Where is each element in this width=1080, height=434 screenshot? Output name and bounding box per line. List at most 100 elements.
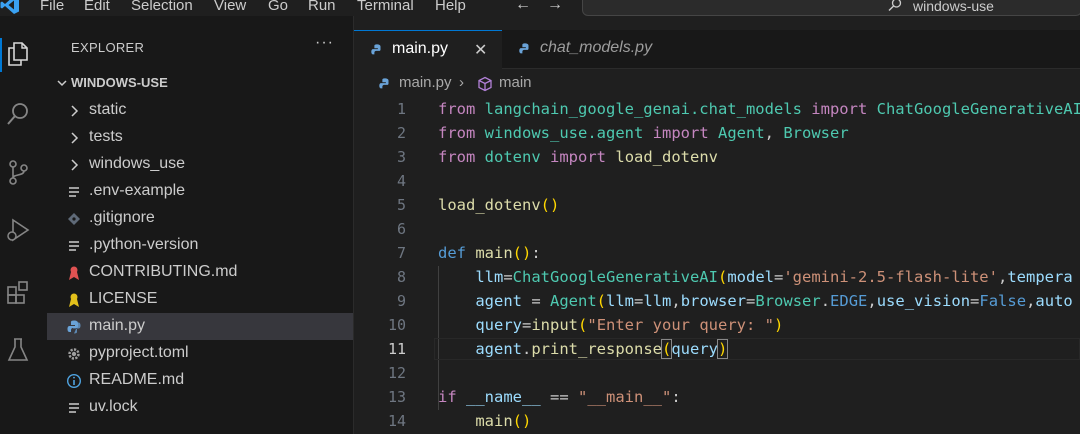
extensions-icon[interactable] bbox=[5, 278, 31, 306]
code-text: agent = Agent(llm=llm,browser=Browser.ED… bbox=[475, 292, 1073, 310]
run-debug-icon[interactable] bbox=[5, 216, 31, 244]
arrow-right-icon[interactable]: → bbox=[547, 0, 563, 14]
breadcrumb-symbol[interactable]: main bbox=[499, 74, 532, 91]
explorer-title: EXPLORER bbox=[71, 40, 145, 55]
code-line[interactable]: 12 bbox=[354, 362, 1080, 386]
python-icon bbox=[379, 78, 389, 89]
arrow-left-icon[interactable]: ← bbox=[515, 0, 531, 14]
search-icon[interactable] bbox=[5, 100, 31, 128]
source-control-icon[interactable] bbox=[5, 158, 31, 186]
command-center-search[interactable]: windows-use bbox=[582, 0, 1080, 16]
tab-label: chat_models.py bbox=[540, 39, 653, 56]
tree-file-main-py[interactable]: main.py bbox=[47, 313, 353, 340]
code-text: def main(): bbox=[438, 244, 541, 262]
chevron-down-icon bbox=[57, 80, 67, 87]
line-number: 11 bbox=[387, 340, 406, 358]
lines-file-icon bbox=[69, 403, 79, 413]
code-line[interactable]: 2 from windows_use.agent import Agent, B… bbox=[354, 122, 1080, 146]
menu-file[interactable]: File bbox=[40, 0, 64, 14]
tree-item-label: README.md bbox=[89, 371, 185, 388]
workspace-name: WINDOWS-USE bbox=[71, 75, 168, 90]
search-icon bbox=[888, 0, 902, 12]
tree-file-pyproject[interactable]: pyproject.toml bbox=[47, 340, 353, 367]
testing-flask-icon[interactable] bbox=[5, 336, 31, 364]
tree-file-readme[interactable]: README.md bbox=[47, 367, 353, 394]
line-number: 12 bbox=[387, 364, 406, 382]
code-line[interactable]: 1 from langchain_google_genai.chat_model… bbox=[354, 98, 1080, 122]
code-line[interactable]: 13 if __name__ == "__main__": bbox=[354, 386, 1080, 410]
code-text: main() bbox=[475, 412, 532, 430]
tree-item-label: windows_use bbox=[89, 155, 186, 172]
vscode-logo-icon bbox=[0, 0, 19, 14]
tab-chat-models-py[interactable]: chat_models.py bbox=[502, 30, 682, 68]
close-icon[interactable]: ✕ bbox=[474, 40, 487, 60]
code-line[interactable]: 4 bbox=[354, 170, 1080, 194]
line-number: 5 bbox=[396, 196, 406, 214]
title-bar: File Edit Selection View Go Run Terminal… bbox=[0, 0, 1080, 16]
explorer-files-icon[interactable] bbox=[5, 40, 31, 68]
tree-item-label: main.py bbox=[89, 317, 146, 334]
menu-edit[interactable]: Edit bbox=[84, 0, 110, 14]
tab-main-py[interactable]: main.py ✕ bbox=[354, 30, 502, 69]
gear-icon bbox=[68, 348, 80, 360]
python-icon bbox=[371, 44, 381, 55]
tree-item-label: CONTRIBUTING.md bbox=[89, 263, 238, 280]
line-number: 6 bbox=[396, 220, 406, 238]
tree-item-label: .python-version bbox=[89, 236, 199, 253]
menu-view[interactable]: View bbox=[214, 0, 246, 14]
menu-help[interactable]: Help bbox=[435, 0, 466, 14]
code-line[interactable]: 7 def main(): bbox=[354, 242, 1080, 266]
breadcrumb: main.py › main bbox=[354, 72, 1080, 96]
more-actions-button[interactable]: ··· bbox=[315, 34, 334, 52]
tree-file-gitignore[interactable]: .gitignore bbox=[47, 205, 353, 232]
tree-folder-static[interactable]: static bbox=[47, 97, 353, 124]
menu-terminal[interactable]: Terminal bbox=[357, 0, 414, 14]
line-number: 8 bbox=[396, 268, 406, 286]
code-line[interactable]: 9 agent = Agent(llm=llm,browser=Browser.… bbox=[354, 290, 1080, 314]
code-text: from langchain_google_genai.chat_models … bbox=[438, 100, 1080, 118]
method-cube-icon bbox=[478, 76, 492, 92]
lines-file-icon bbox=[69, 187, 79, 197]
tree-item-label: LICENSE bbox=[89, 290, 158, 307]
code-line[interactable]: 8 llm=ChatGoogleGenerativeAI(model='gemi… bbox=[354, 266, 1080, 290]
tree-item-label: tests bbox=[89, 128, 123, 145]
menu-go[interactable]: Go bbox=[268, 0, 288, 14]
code-text: llm=ChatGoogleGenerativeAI(model='gemini… bbox=[475, 268, 1073, 286]
menu-selection[interactable]: Selection bbox=[131, 0, 193, 14]
workspace-folder-header[interactable]: WINDOWS-USE bbox=[47, 72, 353, 94]
active-indicator bbox=[0, 38, 2, 72]
menu-run[interactable]: Run bbox=[308, 0, 336, 14]
tree-item-label: .gitignore bbox=[89, 209, 155, 226]
code-line[interactable]: 5 load_dotenv() bbox=[354, 194, 1080, 218]
code-text: if __name__ == "__main__": bbox=[438, 388, 681, 406]
tree-folder-tests[interactable]: tests bbox=[47, 124, 353, 151]
command-center-label: windows-use bbox=[913, 0, 994, 14]
tree-file-license[interactable]: LICENSE bbox=[47, 286, 353, 313]
lines-file-icon bbox=[69, 241, 79, 251]
code-line[interactable]: 3 from dotenv import load_dotenv bbox=[354, 146, 1080, 170]
tree-file-python-version[interactable]: .python-version bbox=[47, 232, 353, 259]
chevron-right-icon bbox=[71, 132, 79, 144]
code-line[interactable]: 10 query=input("Enter your query: ") bbox=[354, 314, 1080, 338]
breadcrumb-separator: › bbox=[459, 74, 464, 91]
breadcrumb-file[interactable]: main.py bbox=[399, 74, 452, 91]
code-line[interactable]: 6 bbox=[354, 218, 1080, 242]
ribbon-icon-red bbox=[69, 266, 79, 280]
tree-file-env-example[interactable]: .env-example bbox=[47, 178, 353, 205]
python-icon bbox=[519, 43, 529, 54]
line-number: 9 bbox=[396, 292, 406, 310]
code-line[interactable]: 14 main() bbox=[354, 410, 1080, 434]
code-text: from windows_use.agent import Agent, Bro… bbox=[438, 124, 849, 142]
chevron-right-icon bbox=[71, 105, 79, 117]
code-editor[interactable]: 1 from langchain_google_genai.chat_model… bbox=[354, 98, 1080, 434]
tree-folder-windows-use[interactable]: windows_use bbox=[47, 151, 353, 178]
tab-label: main.py bbox=[392, 40, 449, 57]
line-number: 10 bbox=[387, 316, 406, 334]
tree-file-uv-lock[interactable]: uv.lock bbox=[47, 394, 353, 421]
code-line-current[interactable]: 11 agent.print_response(query) bbox=[354, 338, 1080, 362]
line-number: 4 bbox=[396, 172, 406, 190]
chevron-right-icon bbox=[71, 159, 79, 171]
tree-file-contributing[interactable]: CONTRIBUTING.md bbox=[47, 259, 353, 286]
ribbon-icon-yellow bbox=[69, 293, 79, 307]
code-text: query=input("Enter your query: ") bbox=[475, 316, 784, 334]
